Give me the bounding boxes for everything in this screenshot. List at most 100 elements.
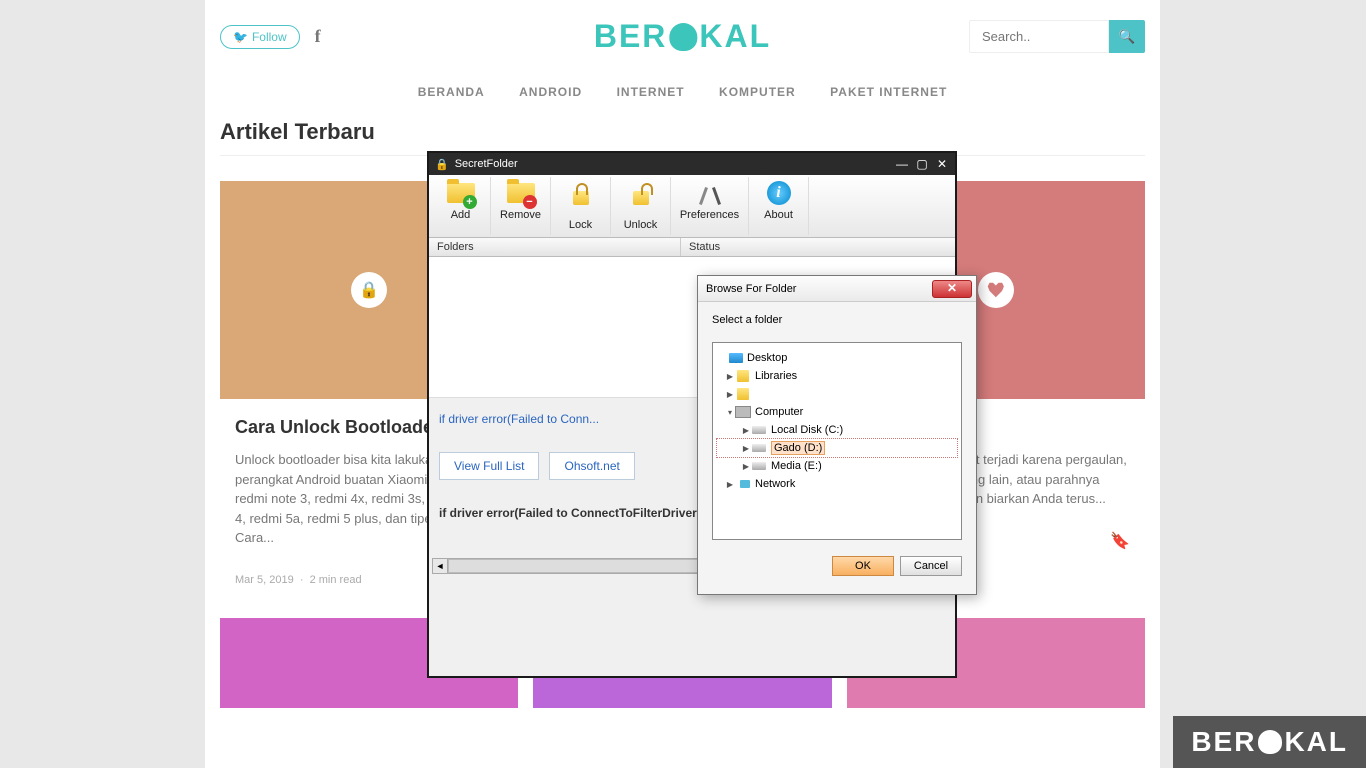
dialog-buttons: OK Cancel: [698, 544, 976, 588]
node-label: Media (E:): [771, 460, 822, 472]
search-wrap: 🔍: [969, 20, 1145, 53]
node-label: Libraries: [755, 370, 797, 382]
heart-icon: [978, 272, 1014, 308]
minimize-button[interactable]: —: [895, 157, 909, 171]
ok-button[interactable]: OK: [832, 556, 894, 576]
tools-icon: [694, 181, 726, 207]
window-titlebar[interactable]: 🔒 SecretFolder — ▢ ✕: [429, 153, 955, 175]
card-date: Mar 5, 2019: [235, 574, 294, 586]
status-column[interactable]: Status: [681, 238, 955, 256]
folder-add-icon: +: [445, 181, 477, 207]
drive-icon: [751, 459, 767, 473]
site-logo[interactable]: BER KAL: [594, 18, 771, 55]
main-nav: BERANDA ANDROID INTERNET KOMPUTER PAKET …: [205, 73, 1160, 119]
drive-icon: [751, 441, 767, 455]
section-title: Artikel Terbaru: [205, 119, 1160, 155]
facebook-icon[interactable]: f: [315, 26, 321, 47]
nav-android[interactable]: ANDROID: [519, 85, 582, 99]
tree-node-media-e[interactable]: ▶ Media (E:): [717, 457, 957, 475]
drive-icon: [751, 423, 767, 437]
expand-icon[interactable]: ▶: [741, 426, 751, 435]
about-label: About: [751, 209, 806, 221]
window-title: SecretFolder: [455, 158, 518, 170]
add-button[interactable]: + Add: [431, 177, 491, 235]
dialog-titlebar[interactable]: Browse For Folder ✕: [698, 276, 976, 302]
search-button[interactable]: 🔍: [1109, 20, 1145, 53]
follow-button[interactable]: 🐦 Follow: [220, 25, 300, 49]
unlock-button[interactable]: Unlock: [611, 177, 671, 235]
remove-button[interactable]: − Remove: [491, 177, 551, 235]
tree-node-network[interactable]: ▶ Network: [717, 475, 957, 493]
logo-text-2: KAL: [699, 18, 771, 55]
libraries-icon: [735, 369, 751, 383]
watermark-text-1: BER: [1191, 726, 1256, 758]
info-icon: i: [763, 181, 795, 207]
folder-tree[interactable]: Desktop ▶ Libraries ▶ ▾ Computer ▶ Local…: [712, 342, 962, 540]
folder-remove-icon: −: [505, 181, 537, 207]
logo-text-1: BER: [594, 18, 668, 55]
tree-node-local-c[interactable]: ▶ Local Disk (C:): [717, 421, 957, 439]
tree-node-desktop[interactable]: Desktop: [717, 349, 957, 367]
expand-icon[interactable]: ▶: [725, 480, 735, 489]
search-icon: 🔍: [1119, 29, 1136, 44]
network-icon: [735, 477, 751, 491]
node-label: Gado (D:): [771, 441, 825, 455]
toolbar: + Add − Remove Lock Unlock Preferences i…: [429, 175, 955, 238]
lock-label: Lock: [553, 219, 608, 231]
dialog-title: Browse For Folder: [706, 283, 796, 295]
expand-icon[interactable]: ▶: [741, 462, 751, 471]
cancel-button[interactable]: Cancel: [900, 556, 962, 576]
search-input[interactable]: [969, 20, 1109, 53]
maximize-button[interactable]: ▢: [915, 157, 929, 171]
follow-label: Follow: [252, 30, 287, 44]
topbar: 🐦 Follow f BER KAL 🔍: [205, 20, 1160, 73]
scroll-left-button[interactable]: ◄: [432, 558, 448, 574]
view-full-list-button[interactable]: View Full List: [439, 452, 539, 480]
preferences-button[interactable]: Preferences: [671, 177, 749, 235]
ohsoft-button[interactable]: Ohsoft.net: [549, 452, 634, 480]
twitter-icon: 🐦: [233, 30, 248, 44]
tree-node-libraries[interactable]: ▶ Libraries: [717, 367, 957, 385]
preferences-label: Preferences: [673, 209, 746, 221]
node-label: Computer: [755, 406, 803, 418]
nav-internet[interactable]: INTERNET: [617, 85, 685, 99]
tree-node-user[interactable]: ▶: [717, 385, 957, 403]
lock-icon: 🔒: [351, 272, 387, 308]
unlock-icon: [625, 191, 657, 217]
nav-paket-internet[interactable]: PAKET INTERNET: [830, 85, 947, 99]
nav-beranda[interactable]: BERANDA: [418, 85, 485, 99]
expand-icon[interactable]: ▶: [725, 372, 735, 381]
node-label: Desktop: [747, 352, 787, 364]
add-label: Add: [433, 209, 488, 221]
list-headers: Folders Status: [429, 238, 955, 257]
close-button[interactable]: ✕: [932, 280, 972, 298]
watermark: BER KAL: [1173, 716, 1366, 768]
lock-icon: [565, 191, 597, 217]
card-read: 2 min read: [310, 574, 362, 586]
window-controls: — ▢ ✕: [895, 157, 949, 171]
user-icon: [735, 387, 751, 401]
dialog-instruction: Select a folder: [698, 302, 976, 338]
bookmark-icon[interactable]: 🔖: [1110, 531, 1130, 551]
watermark-text-2: KAL: [1284, 726, 1348, 758]
app-icon: 🔒: [435, 158, 449, 171]
nav-komputer[interactable]: KOMPUTER: [719, 85, 796, 99]
brain-icon: [1258, 730, 1282, 754]
expand-icon[interactable]: ▶: [741, 444, 751, 453]
expand-icon[interactable]: ▶: [725, 390, 735, 399]
collapse-icon[interactable]: ▾: [725, 408, 735, 417]
lock-button[interactable]: Lock: [551, 177, 611, 235]
tree-node-gado-d[interactable]: ▶ Gado (D:): [717, 439, 957, 457]
remove-label: Remove: [493, 209, 548, 221]
brain-icon: [669, 23, 697, 51]
close-button[interactable]: ✕: [935, 157, 949, 171]
node-label: Network: [755, 478, 795, 490]
node-label: Local Disk (C:): [771, 424, 843, 436]
tree-node-computer[interactable]: ▾ Computer: [717, 403, 957, 421]
folders-column[interactable]: Folders: [429, 238, 681, 256]
computer-icon: [735, 405, 751, 419]
about-button[interactable]: i About: [749, 177, 809, 235]
browse-folder-dialog: Browse For Folder ✕ Select a folder Desk…: [697, 275, 977, 595]
desktop-icon: [729, 353, 743, 363]
unlock-label: Unlock: [613, 219, 668, 231]
